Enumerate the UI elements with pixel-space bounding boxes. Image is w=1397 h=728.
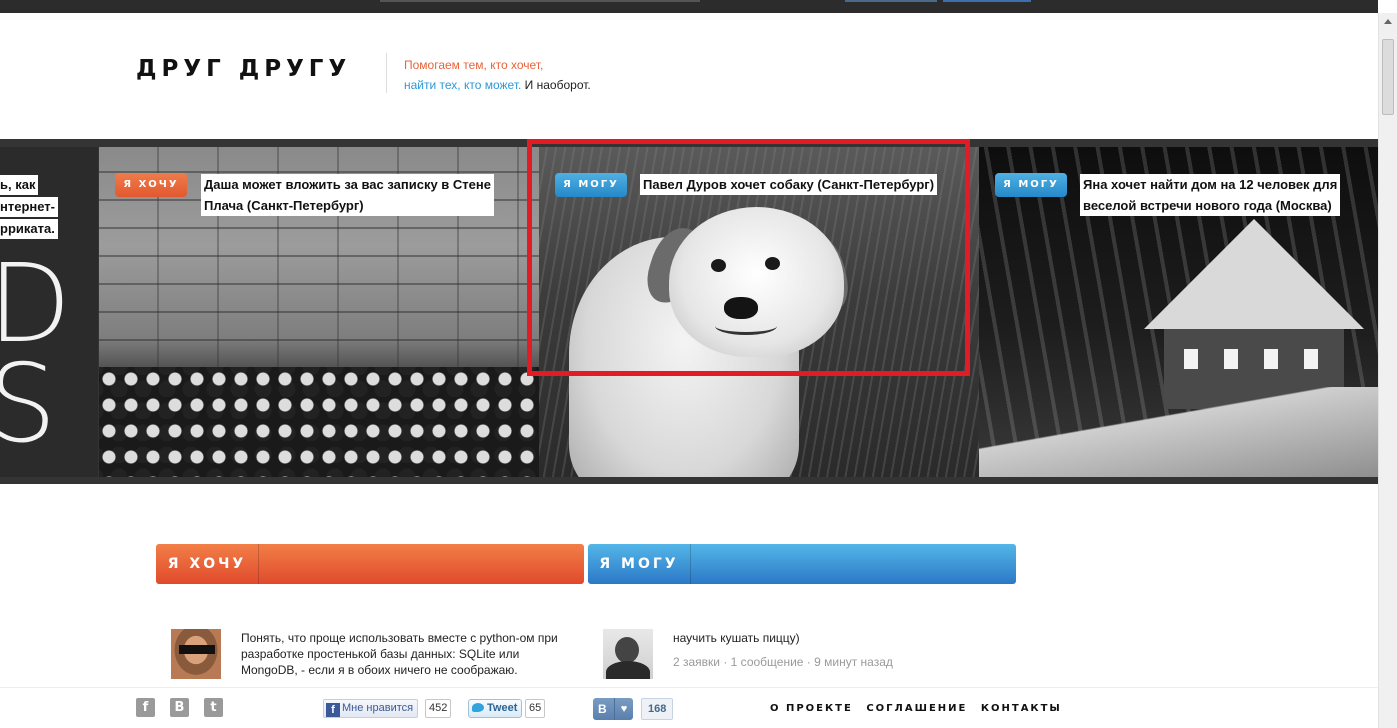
house-photo-window [1184, 349, 1198, 369]
house-photo-window [1224, 349, 1238, 369]
tagline-line-2: найти тех, кто может. [404, 78, 522, 92]
facebook-logo-icon: f [326, 703, 340, 717]
site-tagline: Помогаем тем, кто хочет, найти тех, кто … [404, 55, 591, 95]
slide-caption-line: Плача (Санкт-Петербург) [204, 198, 364, 213]
slide-caption-line: Павел Дуров хочет собаку (Санкт-Петербур… [643, 177, 935, 192]
footer-links: О ПРОЕКТЕ СОГЛАШЕНИЕ КОНТАКТЫ [770, 703, 1070, 714]
tagline-line-2-end: И наоборот. [524, 78, 591, 92]
house-photo-window [1304, 349, 1318, 369]
browser-top-bar [0, 0, 1378, 13]
twitter-icon[interactable]: t [204, 698, 223, 717]
vk-like-button[interactable]: В ♥ [593, 698, 633, 720]
twitter-bird-icon [472, 703, 484, 712]
house-photo-window [1264, 349, 1278, 369]
footer-link-agreement[interactable]: СОГЛАШЕНИЕ [866, 703, 967, 714]
vk-icon[interactable]: B [170, 698, 189, 717]
tweet-label: Tweet [487, 702, 518, 714]
prev-slide-caption-line: ь, как [0, 175, 39, 195]
vertical-scrollbar[interactable] [1378, 13, 1397, 728]
tweet-count: 65 [525, 699, 546, 718]
house-photo-roof [1144, 219, 1364, 329]
footer-link-about[interactable]: О ПРОЕКТЕ [770, 703, 853, 714]
post-text[interactable]: научить кушать пиццу) [673, 630, 1003, 646]
slide-badge-can[interactable]: Я МОГУ [555, 173, 627, 197]
tagline-line-1: Помогаем тем, кто хочет, [404, 58, 544, 72]
post-text[interactable]: Понять, что проще использовать вместе с … [241, 630, 571, 678]
tab-want[interactable]: Я ХОЧУ [156, 544, 584, 584]
slide-badge-want[interactable]: Я ХОЧУ [115, 173, 187, 197]
avatar-shoulders [606, 661, 650, 679]
vk-like-count: 168 [641, 698, 674, 720]
slide-caption-line: веселой встречи нового года (Москва) [1083, 198, 1332, 213]
facebook-icon[interactable]: f [136, 698, 155, 717]
wall-photo-crowd [99, 367, 539, 477]
slide-caption[interactable]: Даша может вложить за вас записку в Стен… [201, 174, 494, 216]
site-logo[interactable]: ДРУГ ДРУГУ [136, 56, 351, 82]
tab-can-label: Я МОГУ [588, 544, 691, 584]
top-bar-button[interactable] [845, 0, 937, 2]
avatar-eye-bar [179, 645, 215, 654]
footer-link-contacts[interactable]: КОНТАКТЫ [981, 703, 1062, 714]
slide-caption-line: Яна хочет найти дом на 12 человек для [1083, 177, 1338, 192]
facebook-like-label: Мне нравится [342, 702, 414, 714]
scrollbar-thumb[interactable] [1382, 39, 1394, 115]
prev-slide-graphic: DS [0, 242, 72, 467]
tab-want-label: Я ХОЧУ [156, 544, 259, 584]
avatar-head [615, 637, 639, 663]
page: ДРУГ ДРУГУ Помогаем тем, кто хочет, найт… [0, 0, 1397, 728]
heart-icon: ♥ [614, 698, 633, 720]
tweet-button[interactable]: Tweet [468, 699, 523, 718]
scroll-up-arrow-icon[interactable] [1384, 19, 1392, 24]
tab-can[interactable]: Я МОГУ [588, 544, 1016, 584]
house-photo-snow [979, 387, 1378, 477]
slide-badge-can[interactable]: Я МОГУ [995, 173, 1067, 197]
slide-caption[interactable]: Яна хочет найти дом на 12 человек для ве… [1080, 174, 1341, 216]
post-meta: 2 заявки · 1 сообщение · 9 минут назад [673, 655, 893, 669]
avatar[interactable] [171, 629, 221, 679]
slide-caption[interactable]: Павел Дуров хочет собаку (Санкт-Петербур… [640, 174, 938, 195]
avatar[interactable] [603, 629, 653, 679]
header-divider [386, 53, 387, 93]
facebook-like-button[interactable]: f Мне нравится [323, 699, 419, 718]
prev-slide-caption-line: рриката. [0, 219, 58, 239]
facebook-like-count: 452 [425, 699, 452, 718]
vk-label: В [598, 702, 607, 716]
top-bar-field [380, 0, 700, 2]
prev-slide-caption-line: нтернет- [0, 197, 58, 217]
slide-caption-line: Даша может вложить за вас записку в Стен… [204, 177, 491, 192]
carousel-prev-slide[interactable]: ь, как нтернет- рриката. DS [0, 147, 98, 477]
top-bar-button[interactable] [943, 0, 1031, 2]
